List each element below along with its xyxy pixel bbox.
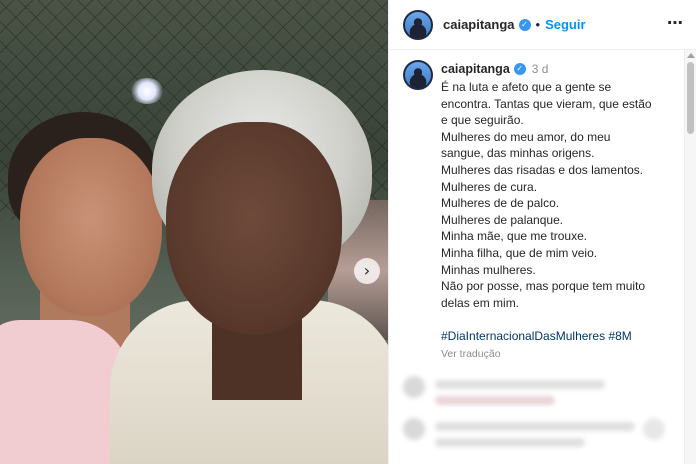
blurred-text — [435, 396, 555, 405]
caption-line: Mulheres de de palco. — [441, 196, 560, 211]
post-side-panel: caiapitanga ✓ • Seguir ⋯ caiapitanga ✓ 3… — [388, 0, 696, 464]
carousel-next-icon[interactable]: › — [354, 258, 380, 284]
woman-left-face — [20, 138, 162, 316]
comment-username[interactable]: caiapitanga — [441, 62, 510, 76]
caption-line: Mulheres de cura. — [441, 179, 538, 194]
caption-line: Mulheres de palanque. — [441, 212, 564, 227]
blurred-icon — [643, 418, 665, 440]
caption-line: encontra. Tantas que vieram, que estão — [441, 96, 652, 111]
see-translation-link[interactable]: Ver tradução — [441, 348, 675, 360]
post-header: caiapitanga ✓ • Seguir ⋯ — [389, 0, 696, 50]
caption-line: Mulheres do meu amor, do meu — [441, 129, 611, 144]
scroll-up-icon[interactable] — [687, 53, 695, 58]
avatar[interactable] — [403, 9, 433, 40]
elderly-woman-face — [166, 122, 342, 334]
follow-button[interactable]: Seguir — [545, 17, 585, 32]
caption-line: sangue, das minhas origens. — [441, 146, 595, 161]
hashtag-links[interactable]: #DiaInternacionalDasMulheres #8M — [441, 328, 675, 345]
background-light — [130, 78, 164, 104]
post-photo[interactable]: › — [0, 0, 388, 464]
caption-line: delas em mim. — [441, 295, 520, 310]
header-username[interactable]: caiapitanga — [443, 17, 515, 32]
blurred-avatar — [403, 418, 425, 440]
scroll-thumb[interactable] — [687, 62, 694, 134]
comment-meta: caiapitanga ✓ 3 d — [441, 60, 675, 78]
caption-line: Minha filha, que de mim veio. — [441, 245, 598, 260]
caption-text: É na luta e afeto que a gente se encontr… — [441, 79, 675, 360]
blurred-comments-area — [389, 366, 685, 464]
blurred-text — [435, 438, 585, 447]
separator-dot: • — [535, 17, 541, 32]
caption-line: É na luta e afeto que a gente se — [441, 80, 612, 94]
more-options-icon[interactable]: ⋯ — [667, 14, 683, 32]
comment-body: caiapitanga ✓ 3 d É na luta e afeto que … — [441, 60, 675, 360]
comment-avatar[interactable] — [403, 60, 433, 90]
caption-line: Não por posse, mas porque tem muito — [441, 279, 646, 294]
caption-line: Minhas mulheres. — [441, 262, 536, 277]
blurred-avatar — [403, 376, 425, 398]
caption-line: Mulheres das risadas e dos lamentos. — [441, 162, 644, 177]
verified-badge-icon: ✓ — [518, 18, 531, 31]
comment-timestamp[interactable]: 3 d — [532, 62, 549, 76]
caption-line: e que seguirão. — [441, 113, 524, 128]
caption-line: Minha mãe, que me trouxe. — [441, 229, 588, 244]
blurred-text — [435, 380, 605, 389]
verified-badge-icon: ✓ — [513, 63, 526, 75]
scrollbar[interactable] — [684, 50, 696, 464]
blurred-text — [435, 422, 635, 431]
